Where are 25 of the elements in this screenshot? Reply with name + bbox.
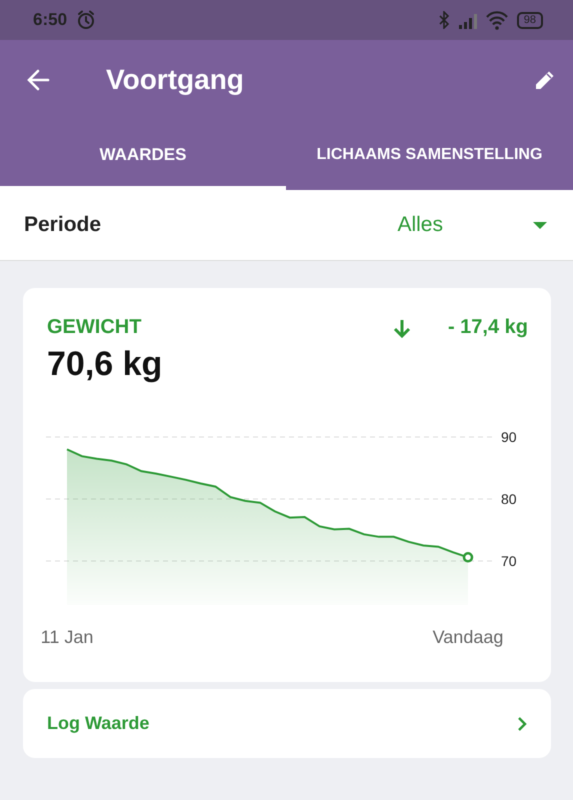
y-tick-label: 70: [501, 553, 517, 569]
down-arrow-icon: [392, 318, 412, 338]
weight-value: 70,6 kg: [46, 344, 164, 384]
y-tick-label: 80: [501, 491, 517, 507]
x-axis-label: Vandaag: [432, 627, 504, 647]
alarm-clock-icon: [76, 10, 96, 30]
last-point-marker: [462, 552, 474, 563]
period-label: Periode: [24, 213, 102, 237]
screen-title: Voortgang: [106, 64, 245, 96]
wifi-icon: [486, 10, 508, 30]
chevron-right-icon: [517, 716, 527, 732]
back-button[interactable]: [26, 68, 52, 92]
card-title: GEWICHT: [47, 316, 142, 339]
clock-time: 6:50: [33, 10, 68, 30]
bluetooth-icon: [436, 11, 450, 29]
signal-icon: [458, 12, 477, 28]
back-arrow-icon: [26, 68, 52, 92]
dropdown-caret-icon: [533, 222, 547, 228]
tab[interactable]: LICHAAMS SAMENSTELLING: [286, 120, 573, 190]
y-tick-label: 90: [501, 429, 517, 445]
log-value-button[interactable]: Log Waarde: [23, 689, 551, 758]
battery-icon: 98: [516, 12, 543, 28]
period-dropdown[interactable]: Alles: [397, 213, 547, 237]
weight-change: - 17,4 kg: [448, 316, 528, 339]
x-axis-label: 11 Jan: [40, 627, 94, 647]
